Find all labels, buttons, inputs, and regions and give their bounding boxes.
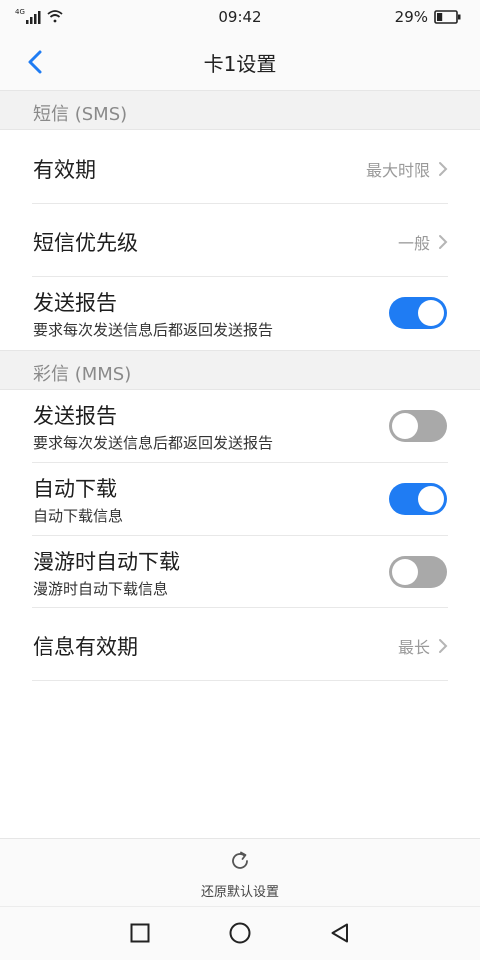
recent-apps-icon[interactable] bbox=[128, 921, 152, 945]
back-icon[interactable] bbox=[328, 921, 352, 945]
page-title: 卡1设置 bbox=[203, 52, 277, 76]
chevron-right-icon bbox=[439, 639, 448, 653]
setting-title: 自动下载 bbox=[33, 477, 117, 501]
mms-delivery-report-toggle[interactable] bbox=[389, 410, 447, 442]
battery-icon bbox=[434, 10, 461, 24]
section-header-sms: 短信 (SMS) bbox=[0, 90, 480, 130]
setting-subtitle: 要求每次发送信息后都返回发送报告 bbox=[33, 434, 274, 452]
setting-row-message-validity[interactable]: 信息有效期 最长 bbox=[0, 608, 480, 681]
setting-value: 一般 bbox=[397, 234, 430, 253]
setting-title: 信息有效期 bbox=[33, 635, 138, 659]
setting-row-mms-delivery-report: 发送报告 要求每次发送信息后都返回发送报告 bbox=[0, 390, 480, 463]
section-header-mms: 彩信 (MMS) bbox=[0, 350, 480, 390]
setting-title: 发送报告 bbox=[33, 291, 117, 315]
toggle-knob bbox=[392, 413, 418, 439]
toggle-knob bbox=[418, 486, 444, 512]
toggle-knob bbox=[392, 559, 418, 585]
chevron-left-icon bbox=[28, 50, 42, 74]
setting-title: 发送报告 bbox=[33, 404, 117, 428]
setting-subtitle: 要求每次发送信息后都返回发送报告 bbox=[33, 321, 274, 339]
title-bar: 卡1设置 bbox=[0, 34, 480, 90]
setting-value-wrap: 最大时限 bbox=[366, 157, 448, 181]
setting-row-auto-download: 自动下载 自动下载信息 bbox=[0, 463, 480, 536]
setting-value-wrap: 最长 bbox=[398, 634, 448, 658]
refresh-icon bbox=[232, 851, 248, 869]
status-bar: 4G 09:42 29% bbox=[0, 0, 480, 34]
section-label: 彩信 (MMS) bbox=[33, 364, 132, 385]
setting-subtitle: 漫游时自动下载信息 bbox=[33, 580, 169, 598]
setting-value: 最长 bbox=[397, 638, 430, 657]
reset-defaults-button[interactable]: 还原默认设置 bbox=[0, 838, 480, 906]
auto-download-toggle[interactable] bbox=[389, 483, 447, 515]
roaming-auto-download-toggle[interactable] bbox=[389, 556, 447, 588]
setting-title: 有效期 bbox=[33, 158, 96, 182]
battery-status: 29% bbox=[395, 8, 462, 26]
setting-row-roaming-auto-download: 漫游时自动下载 漫游时自动下载信息 bbox=[0, 536, 480, 608]
setting-value-wrap: 一般 bbox=[398, 230, 448, 254]
section-label: 短信 (SMS) bbox=[33, 104, 128, 125]
setting-row-validity-period[interactable]: 有效期 最大时限 bbox=[0, 130, 480, 204]
setting-title: 短信优先级 bbox=[33, 231, 138, 255]
setting-subtitle: 自动下载信息 bbox=[33, 507, 124, 525]
toggle-knob bbox=[418, 300, 444, 326]
setting-title: 漫游时自动下载 bbox=[33, 550, 180, 574]
battery-percent: 29% bbox=[394, 8, 428, 26]
setting-value: 最大时限 bbox=[365, 161, 430, 180]
system-nav-bar bbox=[0, 906, 480, 960]
chevron-right-icon bbox=[439, 235, 448, 249]
setting-row-sms-priority[interactable]: 短信优先级 一般 bbox=[0, 204, 480, 277]
back-button[interactable] bbox=[20, 46, 56, 78]
sms-delivery-report-toggle[interactable] bbox=[389, 297, 447, 329]
divider bbox=[32, 680, 448, 681]
setting-row-sms-delivery-report: 发送报告 要求每次发送信息后都返回发送报告 bbox=[0, 277, 480, 350]
reset-defaults-label: 还原默认设置 bbox=[200, 885, 279, 900]
home-icon[interactable] bbox=[228, 921, 252, 945]
chevron-right-icon bbox=[439, 162, 448, 176]
